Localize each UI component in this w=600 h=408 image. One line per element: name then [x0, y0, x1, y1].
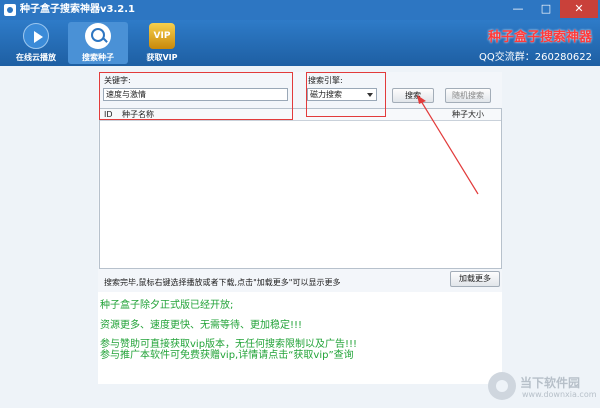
results-table[interactable]: ID 种子名称 种子大小: [99, 108, 502, 269]
brand-title: 种子盒子搜索神器: [487, 30, 592, 45]
get-vip-label: 获取VIP: [146, 53, 178, 62]
search-torrent-label: 搜索种子: [82, 53, 114, 62]
watermark-text: 当下软件园: [520, 376, 581, 390]
cloud-play-button[interactable]: 在线云播放: [6, 22, 66, 64]
close-button[interactable]: ✕: [560, 0, 598, 18]
search-torrent-button[interactable]: 搜索种子: [68, 22, 128, 64]
watermark-url: www.downxia.com: [522, 390, 597, 399]
play-icon: [23, 23, 49, 49]
vip-icon: VIP: [149, 23, 175, 49]
title-bar: 种子盒子搜索神器v3.2.1 — □ ✕: [0, 0, 600, 20]
search-button[interactable]: 搜索: [392, 88, 434, 103]
watermark-logo-icon: [488, 372, 516, 400]
status-text: 搜索完毕,鼠标右键选择播放或者下载,点击"加载更多"可以显示更多: [104, 278, 341, 287]
keyword-highlight-box: [99, 72, 293, 120]
window-title: 种子盒子搜索神器v3.2.1: [20, 4, 135, 15]
column-size[interactable]: 种子大小: [452, 109, 484, 120]
get-vip-button[interactable]: VIP 获取VIP: [132, 22, 192, 64]
notice-line: 资源更多、速度更快、无需等待、更加稳定!!!: [100, 320, 303, 331]
engine-highlight-box: [306, 72, 386, 117]
notice-line: 种子盒子除夕正式版已经开放;: [100, 300, 234, 311]
cloud-play-label: 在线云播放: [16, 53, 56, 62]
notice-panel: 种子盒子除夕正式版已经开放; 资源更多、速度更快、无需等待、更加稳定!!! 参与…: [98, 292, 502, 384]
search-icon: [85, 23, 111, 49]
minimize-button[interactable]: —: [504, 0, 532, 18]
random-search-button[interactable]: 随机搜索: [445, 88, 491, 103]
app-icon: [4, 4, 16, 16]
maximize-button[interactable]: □: [532, 0, 560, 18]
notice-line: 参与推广本软件可免费获赠vip,详情请点击“获取vip”查询: [100, 350, 354, 361]
qq-group-text: QQ交流群：260280622: [478, 52, 592, 63]
watermark: 当下软件园 www.downxia.com: [488, 368, 598, 404]
load-more-button[interactable]: 加载更多: [450, 271, 500, 287]
